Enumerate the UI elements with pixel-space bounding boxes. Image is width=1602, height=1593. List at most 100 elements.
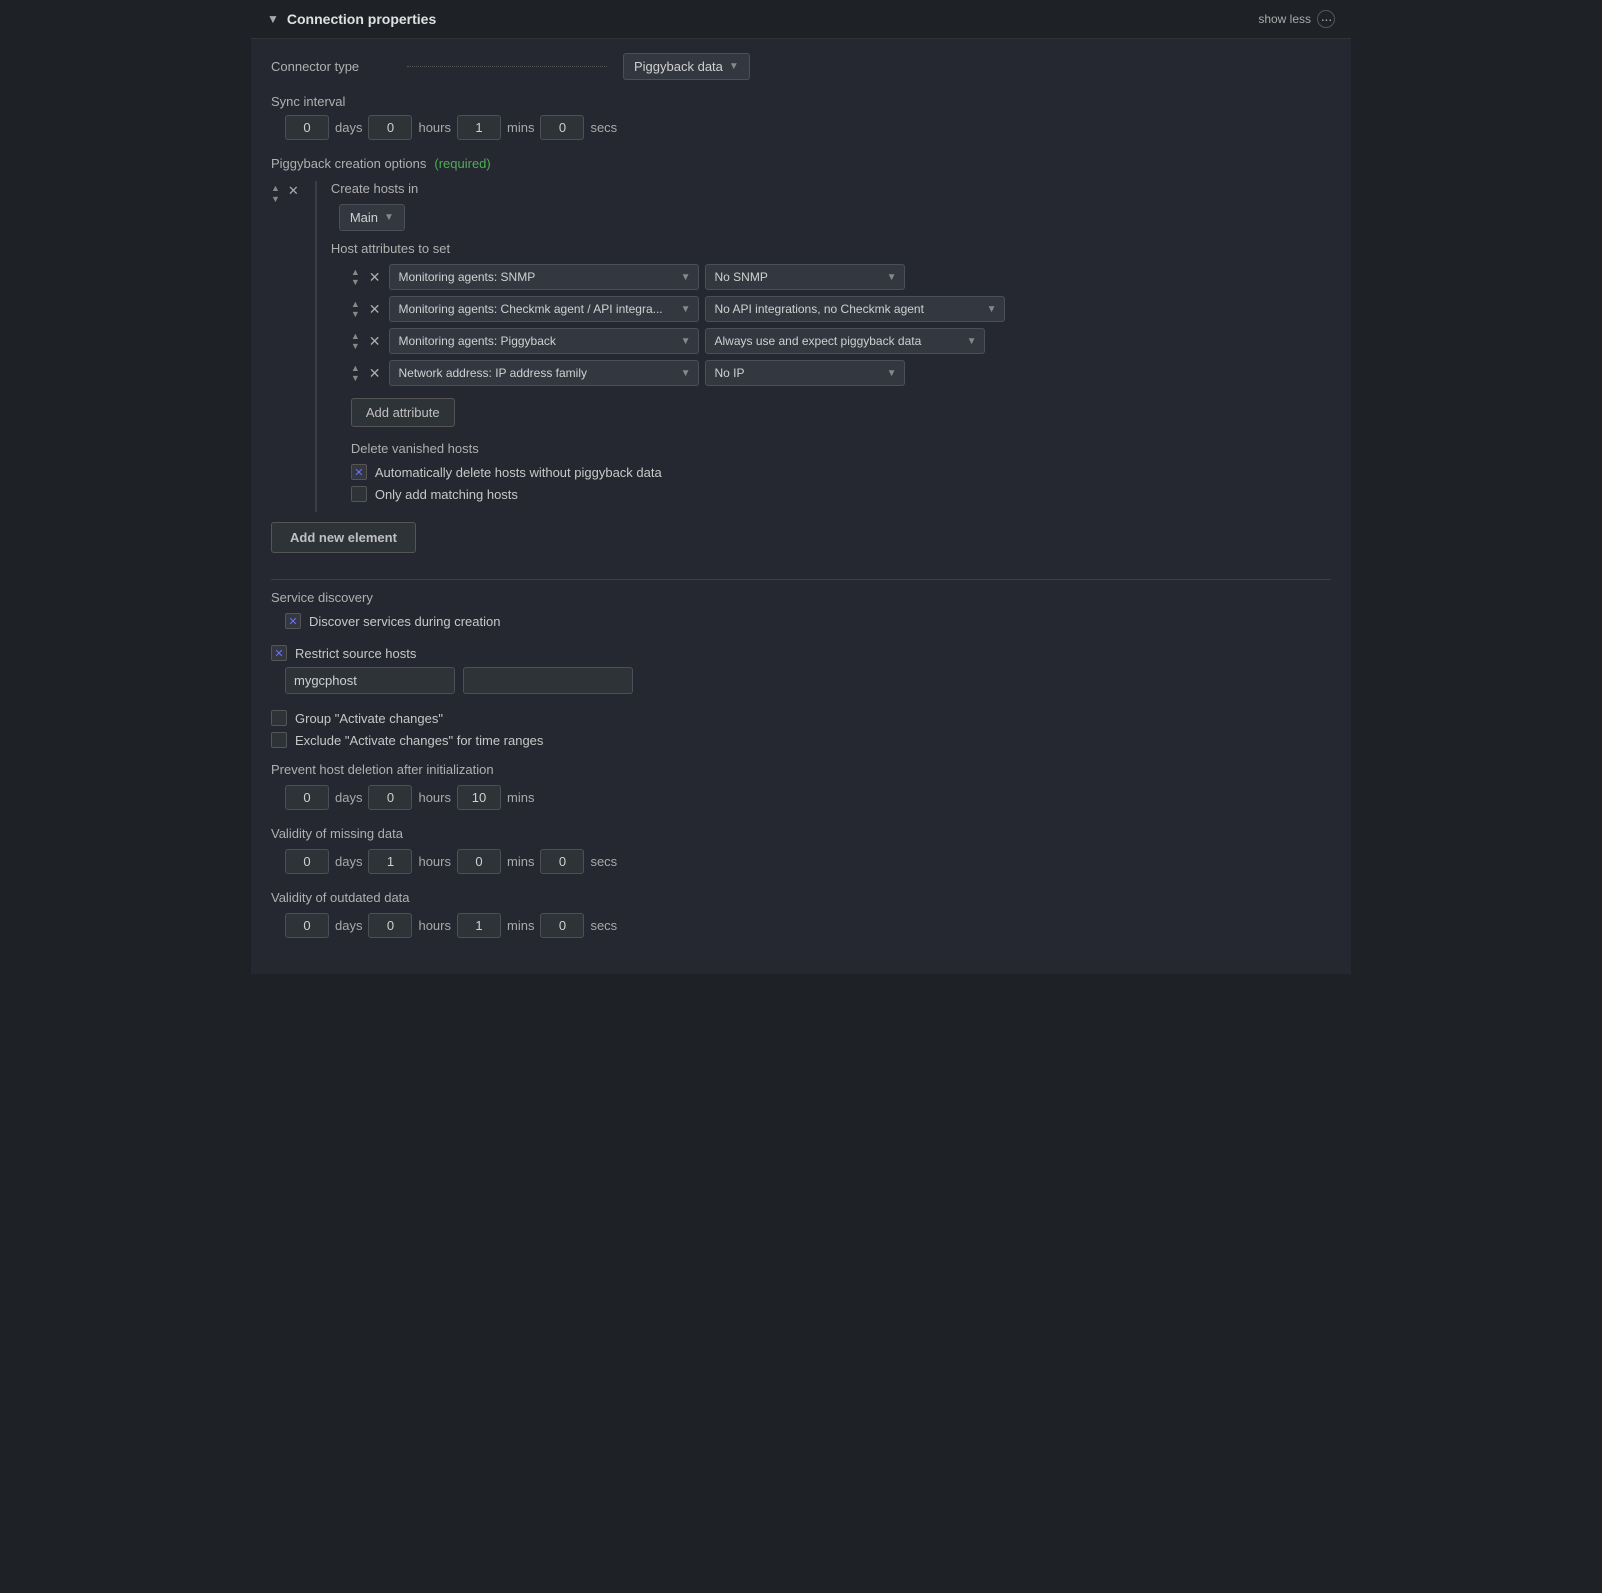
row4-key-dropdown[interactable]: Network address: IP address family ▼ — [389, 360, 699, 386]
show-less-label: show less — [1258, 12, 1311, 26]
sync-hours-input[interactable] — [368, 115, 412, 140]
page-title: Connection properties — [287, 11, 436, 27]
table-row: ▲ ▼ ✕ Monitoring agents: SNMP ▼ No SNMP — [351, 264, 1006, 290]
outdated-mins-unit: mins — [507, 918, 534, 933]
auto-delete-row: ✕ Automatically delete hosts without pig… — [351, 464, 1006, 480]
sync-interval-inputs: days hours mins secs — [285, 115, 1331, 140]
row4-remove-icon[interactable]: ✕ — [366, 365, 384, 382]
required-label: (required) — [434, 156, 490, 171]
service-discovery-title: Service discovery — [271, 590, 1331, 605]
add-new-element-button[interactable]: Add new element — [271, 522, 416, 553]
exclude-activate-row: Exclude "Activate changes" for time rang… — [271, 732, 1331, 748]
restrict-source-section: ✕ Restrict source hosts — [271, 645, 1331, 694]
add-attribute-button[interactable]: Add attribute — [351, 398, 455, 427]
row2-updown[interactable]: ▲ ▼ — [351, 300, 360, 319]
row2-key-dropdown[interactable]: Monitoring agents: Checkmk agent / API i… — [389, 296, 699, 322]
row4-value-text: No IP — [714, 366, 744, 380]
auto-delete-checkbox[interactable]: ✕ — [351, 464, 367, 480]
prevent-mins-input[interactable] — [457, 785, 501, 810]
piggyback-creation-title: Piggyback creation options — [271, 156, 426, 171]
row1-value-dropdown[interactable]: No SNMP ▼ — [705, 264, 905, 290]
attributes-table: ▲ ▼ ✕ Monitoring agents: SNMP ▼ No SNMP — [351, 264, 1006, 386]
outer-updown-control[interactable]: ▲ ▼ — [271, 183, 280, 204]
only-add-row: Only add matching hosts — [351, 486, 1006, 502]
row3-up-icon[interactable]: ▲ — [351, 332, 360, 341]
row3-value-arrow-icon: ▼ — [967, 336, 977, 347]
outdated-hours-input[interactable] — [368, 913, 412, 938]
missing-hours-input[interactable] — [368, 849, 412, 874]
validity-missing-section: Validity of missing data days hours mins… — [271, 826, 1331, 874]
row1-updown[interactable]: ▲ ▼ — [351, 268, 360, 287]
missing-days-input[interactable] — [285, 849, 329, 874]
row4-updown[interactable]: ▲ ▼ — [351, 364, 360, 383]
row4-key-arrow-icon: ▼ — [681, 368, 691, 379]
missing-secs-input[interactable] — [540, 849, 584, 874]
outer-up-icon[interactable]: ▲ — [271, 183, 280, 193]
connector-type-row: Connector type Piggyback data ▼ — [271, 53, 1331, 80]
outdated-secs-input[interactable] — [540, 913, 584, 938]
connector-type-dropdown[interactable]: Piggyback data ▼ — [623, 53, 750, 80]
group-activate-label: Group "Activate changes" — [295, 711, 443, 726]
row4-key-value: Network address: IP address family — [398, 366, 587, 380]
row1-key-arrow-icon: ▼ — [681, 272, 691, 283]
chevron-down-icon[interactable]: ▼ — [267, 12, 279, 26]
prevent-mins-unit: mins — [507, 790, 534, 805]
row2-remove-icon[interactable]: ✕ — [366, 301, 384, 318]
row2-up-icon[interactable]: ▲ — [351, 300, 360, 309]
separator — [271, 579, 1331, 580]
row1-remove-icon[interactable]: ✕ — [366, 269, 384, 286]
exclude-activate-checkbox[interactable] — [271, 732, 287, 748]
table-row: ▲ ▼ ✕ Monitoring agents: Checkmk agent /… — [351, 296, 1006, 322]
connector-type-label: Connector type — [271, 59, 391, 74]
table-row: ▲ ▼ ✕ Monitoring agents: Piggyback ▼ Alw… — [351, 328, 1006, 354]
missing-mins-input[interactable] — [457, 849, 501, 874]
host-input-1[interactable] — [285, 667, 455, 694]
discover-services-checkbox[interactable]: ✕ — [285, 613, 301, 629]
host-input-2[interactable] — [463, 667, 633, 694]
row2-down-icon[interactable]: ▼ — [351, 310, 360, 319]
group-activate-checkbox[interactable] — [271, 710, 287, 726]
missing-days-unit: days — [335, 854, 362, 869]
outdated-days-input[interactable] — [285, 913, 329, 938]
create-hosts-arrow-icon: ▼ — [384, 212, 394, 223]
outdated-secs-unit: secs — [590, 918, 617, 933]
piggyback-inner-section: Create hosts in Main ▼ Host attributes t… — [315, 181, 1006, 512]
sync-mins-input[interactable] — [457, 115, 501, 140]
row2-value-dropdown[interactable]: No API integrations, no Checkmk agent ▼ — [705, 296, 1005, 322]
row3-value-dropdown[interactable]: Always use and expect piggyback data ▼ — [705, 328, 985, 354]
connection-properties-panel: ▼ Connection properties show less ··· Co… — [251, 0, 1351, 974]
validity-outdated-section: Validity of outdated data days hours min… — [271, 890, 1331, 938]
create-hosts-value: Main — [350, 210, 378, 225]
prevent-days-input[interactable] — [285, 785, 329, 810]
prevent-hours-input[interactable] — [368, 785, 412, 810]
row1-down-icon[interactable]: ▼ — [351, 278, 360, 287]
options-icon[interactable]: ··· — [1317, 10, 1335, 28]
missing-secs-unit: secs — [590, 854, 617, 869]
outer-remove-icon[interactable]: ✕ — [288, 183, 299, 199]
exclude-activate-label: Exclude "Activate changes" for time rang… — [295, 733, 543, 748]
row1-key-dropdown[interactable]: Monitoring agents: SNMP ▼ — [389, 264, 699, 290]
row3-key-dropdown[interactable]: Monitoring agents: Piggyback ▼ — [389, 328, 699, 354]
outdated-hours-unit: hours — [418, 918, 451, 933]
row3-down-icon[interactable]: ▼ — [351, 342, 360, 351]
create-hosts-dropdown[interactable]: Main ▼ — [339, 204, 405, 231]
row4-up-icon[interactable]: ▲ — [351, 364, 360, 373]
show-less-button[interactable]: show less ··· — [1258, 10, 1335, 28]
row3-remove-icon[interactable]: ✕ — [366, 333, 384, 350]
host-attributes-label: Host attributes to set — [331, 241, 1006, 256]
outer-down-icon[interactable]: ▼ — [271, 194, 280, 204]
row3-key-value: Monitoring agents: Piggyback — [398, 334, 555, 348]
sync-days-input[interactable] — [285, 115, 329, 140]
row4-value-dropdown[interactable]: No IP ▼ — [705, 360, 905, 386]
row3-updown[interactable]: ▲ ▼ — [351, 332, 360, 351]
restrict-source-checkbox[interactable]: ✕ — [271, 645, 287, 661]
row4-down-icon[interactable]: ▼ — [351, 374, 360, 383]
row1-up-icon[interactable]: ▲ — [351, 268, 360, 277]
sync-mins-unit: mins — [507, 120, 534, 135]
sync-hours-unit: hours — [418, 120, 451, 135]
outdated-mins-input[interactable] — [457, 913, 501, 938]
only-add-checkbox[interactable] — [351, 486, 367, 502]
dropdown-arrow-icon: ▼ — [729, 61, 739, 72]
sync-secs-input[interactable] — [540, 115, 584, 140]
connector-type-value: Piggyback data — [634, 59, 723, 74]
